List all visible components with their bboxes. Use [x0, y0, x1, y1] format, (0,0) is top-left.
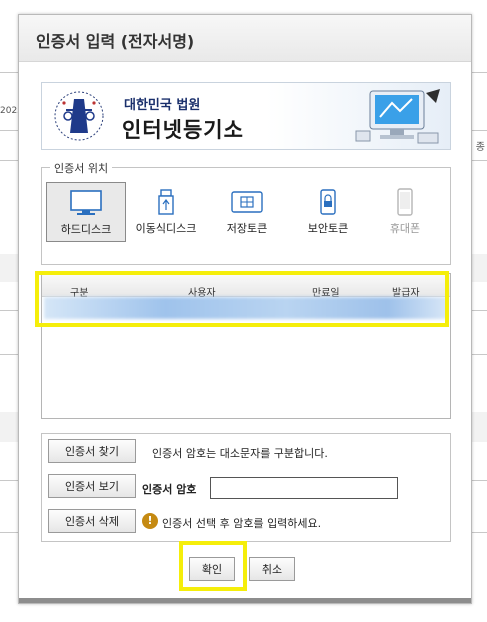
location-label: 하드디스크 — [60, 223, 112, 236]
select-certificate-note: 인증서 선택 후 암호를 입력하세요. — [162, 517, 322, 530]
dialog-titlebar: 인증서 입력 (전자서명) — [19, 15, 471, 62]
certificate-location-group: 인증서 위치 하드디스크 이동식디스크 저장토큰 보안토큰 휴대폰 — [41, 160, 451, 265]
phone-icon — [397, 188, 413, 216]
location-hard-disk[interactable]: 하드디스크 — [46, 182, 126, 242]
view-certificate-button[interactable]: 인증서 보기 — [48, 474, 136, 498]
dialog-bottom-bar — [19, 598, 471, 603]
location-label: 휴대폰 — [389, 222, 421, 235]
usb-icon — [158, 189, 174, 215]
monitor-icon — [70, 190, 102, 215]
location-removable-disk[interactable]: 이동식디스크 — [127, 182, 205, 240]
court-emblem-icon — [54, 91, 104, 141]
certificate-list-header: 구분 사용자 만료일 발급자 — [42, 274, 450, 299]
cancel-button[interactable]: 취소 — [249, 557, 295, 581]
location-storage-token[interactable]: 저장토큰 — [208, 182, 286, 240]
location-label: 이동식디스크 — [135, 222, 197, 235]
location-phone[interactable]: 휴대폰 — [366, 182, 444, 240]
dialog-title: 인증서 입력 (전자서명) — [36, 32, 195, 51]
table-row[interactable] — [44, 297, 448, 319]
ok-button[interactable]: 확인 — [189, 557, 235, 581]
certificate-actions-panel: 인증서 찾기 인증서 암호는 대소문자를 구분합니다. 인증서 보기 인증서 암… — [41, 433, 451, 542]
chip-card-icon — [231, 191, 263, 213]
warning-icon: ! — [142, 513, 158, 529]
find-certificate-button[interactable]: 인증서 찾기 — [48, 439, 136, 463]
location-label: 저장토큰 — [226, 222, 268, 235]
certificate-list[interactable]: 구분 사용자 만료일 발급자 — [41, 273, 451, 419]
banner-court-name: 대한민국 법원 — [124, 98, 201, 113]
background-text-right: 종 — [475, 142, 485, 153]
certificate-dialog: 인증서 입력 (전자서명) 대한민국 법원 인터넷등기소 인증서 위치 하드디스… — [18, 14, 472, 604]
delete-certificate-button[interactable]: 인증서 삭제 — [48, 509, 136, 533]
computer-illustration-icon — [355, 89, 440, 144]
password-label: 인증서 암호 — [142, 483, 197, 496]
banner-service-name: 인터넷등기소 — [122, 118, 244, 142]
location-legend: 인증서 위치 — [50, 160, 113, 176]
case-sensitive-note: 인증서 암호는 대소문자를 구분합니다. — [152, 447, 328, 460]
location-label: 보안토큰 — [307, 222, 349, 235]
court-banner: 대한민국 법원 인터넷등기소 — [41, 82, 451, 150]
location-security-token[interactable]: 보안토큰 — [289, 182, 367, 240]
lock-token-icon — [320, 189, 336, 215]
password-input[interactable] — [210, 477, 398, 499]
